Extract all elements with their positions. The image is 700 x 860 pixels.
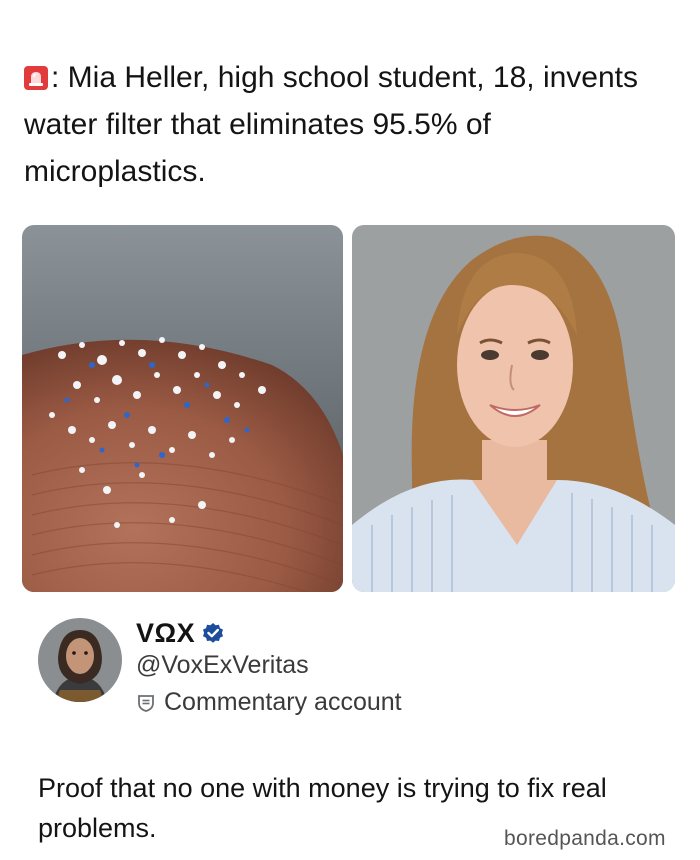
microplastics-photo[interactable] <box>22 225 343 592</box>
account-type-row: Commentary account <box>136 688 402 717</box>
author-display-name[interactable]: VΩX <box>136 618 195 649</box>
photo-grid <box>22 225 675 592</box>
author-name-row: VΩX <box>136 617 225 649</box>
post-headline: : Mia Heller, high school student, 18, i… <box>24 54 674 195</box>
siren-icon <box>24 57 48 90</box>
student-portrait-photo[interactable] <box>352 225 675 592</box>
watermark: boredpanda.com <box>504 827 666 850</box>
commentary-account-icon <box>136 693 156 713</box>
headline-text: : Mia Heller, high school student, 18, i… <box>24 61 638 188</box>
author-handle[interactable]: @VoxExVeritas <box>136 651 309 680</box>
verified-badge-icon <box>201 621 225 645</box>
avatar[interactable] <box>38 618 122 702</box>
account-type-label: Commentary account <box>164 688 402 716</box>
